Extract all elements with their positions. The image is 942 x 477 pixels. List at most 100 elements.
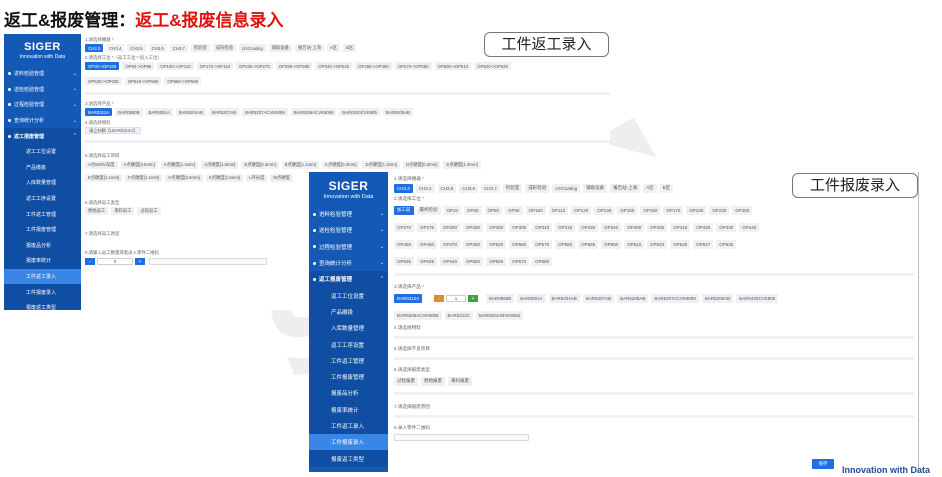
option-chip[interactable]: OP635	[394, 257, 415, 266]
option-chip[interactable]: BAR5206ACVK9059	[394, 311, 442, 320]
option-chip[interactable]: BAR0860B	[115, 108, 143, 116]
option-chip[interactable]: OP340->OP520	[315, 62, 353, 70]
sidebar-item-rework-entry[interactable]: 工件返工录入	[4, 268, 81, 285]
option-chip[interactable]: OP170->OP110	[196, 62, 234, 70]
menu-rework-scrap[interactable]: 返工报废管理 ⌃	[309, 271, 388, 288]
option-chip[interactable]: OP170	[663, 206, 684, 215]
option-chip[interactable]: BAR0420CVK905	[339, 108, 380, 116]
option-chip[interactable]: BAR5205AB	[382, 108, 413, 116]
menu-query-analysis[interactable]: 查询统计分析 ⌄	[309, 255, 388, 271]
option-chip[interactable]: OP620->OP625	[474, 62, 511, 70]
option-chip[interactable]: 检验室	[502, 184, 523, 193]
option-chip[interactable]: OP450->OP480	[355, 62, 392, 70]
option-chip[interactable]: CH3.7	[481, 184, 500, 193]
option-chip[interactable]: 报告站-上海	[610, 184, 641, 193]
option-chip[interactable]: OP160	[640, 206, 661, 215]
option-chip[interactable]: 成形检验	[525, 184, 550, 193]
option-chip[interactable]: OP625	[670, 240, 691, 249]
option-chip-selected[interactable]: CH3.3	[85, 44, 104, 52]
option-chip[interactable]: A点硬度[0.5mm]	[120, 161, 158, 169]
sidebar-item-rework-process[interactable]: 返工工序设置	[4, 190, 81, 207]
option-chip[interactable]: OP460	[417, 240, 438, 249]
option-chip[interactable]: CH3.5	[127, 44, 146, 52]
option-chip[interactable]: OP480	[463, 240, 484, 249]
option-chip[interactable]: 过程返工	[137, 207, 161, 215]
menu-rework-scrap[interactable]: 返工报废管理 ⌃	[4, 128, 81, 144]
option-chip[interactable]: A点硬度[1.4mm]	[160, 161, 199, 169]
menu-submission-inspection[interactable]: 送检检验管理 ⌄	[4, 82, 81, 98]
option-chip[interactable]: 来料返工	[111, 207, 135, 215]
option-chip[interactable]: OP670	[509, 257, 530, 266]
option-chip[interactable]: OP90->OP95	[122, 62, 155, 70]
option-chip-selected[interactable]: 加工前	[394, 206, 414, 215]
save-button[interactable]: 保存	[812, 459, 834, 469]
sidebar-item-scrap-mgmt[interactable]: 工件报废管理	[309, 368, 388, 386]
option-chip[interactable]: BAR5207AB	[582, 294, 615, 303]
option-chip[interactable]: OP280->OP280	[275, 62, 313, 70]
sidebar-item-rework-mgmt[interactable]: 工件返工管理	[309, 352, 388, 369]
option-chip[interactable]: B区	[659, 184, 674, 193]
option-chip[interactable]: A点硬度[1.8mm]	[201, 161, 239, 169]
option-chip[interactable]: OP120	[571, 206, 592, 215]
menu-incoming-inspection[interactable]: 进料检验管理 ⌄	[309, 206, 388, 222]
option-chip[interactable]: E点硬度[1.3mm]	[443, 161, 481, 169]
option-chip[interactable]: D点硬度[0.3mm]	[402, 161, 441, 169]
option-chip-selected[interactable]: BAR0312A	[85, 108, 113, 116]
option-chip[interactable]: OP620	[647, 240, 668, 249]
option-chip[interactable]: B区	[343, 44, 357, 52]
option-chip[interactable]: OP410	[670, 223, 691, 232]
option-chip[interactable]: OP250	[732, 206, 753, 215]
sidebar-item-rework-station[interactable]: 返工工位设置	[4, 143, 81, 160]
option-chip[interactable]: 铺助设备	[583, 184, 608, 193]
option-chip[interactable]: UVCoating	[552, 184, 581, 193]
option-chip[interactable]: OP440	[739, 223, 760, 232]
option-chip-selected[interactable]: CH3.3	[394, 184, 413, 193]
option-chip[interactable]: OP290	[463, 223, 484, 232]
option-chip[interactable]: OP305	[509, 223, 530, 232]
option-chip[interactable]: BAR5207ACVK9059	[242, 108, 288, 116]
menu-submission-inspection[interactable]: 送检检验管理 ⌄	[309, 222, 388, 238]
menu-process-inspection[interactable]: 过程检验管理 ⌄	[309, 239, 388, 255]
option-chip[interactable]: OP570->OP560	[394, 62, 432, 70]
option-chip[interactable]: CH3.6	[148, 44, 167, 52]
product-option-selected[interactable]: BAR0312A	[394, 294, 423, 303]
option-chip[interactable]: K点硬度[1.5mm]	[205, 174, 244, 182]
option-chip[interactable]: BAR5206ACVK9059	[290, 108, 337, 116]
option-chip[interactable]: OP230	[709, 206, 730, 215]
sidebar-item-inbound-qty[interactable]: 入库数量管理	[309, 320, 388, 337]
option-chip[interactable]: 来料报废	[448, 377, 472, 386]
option-chip[interactable]: OP560	[509, 240, 530, 249]
option-chip[interactable]: OP665	[486, 257, 507, 266]
option-chip[interactable]: OP680	[532, 257, 553, 266]
sidebar-item-scrap-rate[interactable]: 报废率统计	[309, 401, 388, 418]
option-chip[interactable]: B点硬度[0.3mm]	[241, 161, 279, 169]
option-chip[interactable]: 最终检验	[416, 206, 441, 215]
option-chip[interactable]: UVCoating	[239, 44, 266, 52]
option-chip[interactable]: BAR5207AB	[208, 108, 240, 116]
option-chip[interactable]: OP630	[716, 240, 737, 249]
option-chip[interactable]: OP630->OP635	[85, 77, 122, 85]
option-chip[interactable]: OP585	[578, 240, 599, 249]
option-chip[interactable]: OP315	[555, 223, 576, 232]
qty-input[interactable]: 0	[97, 258, 133, 265]
sidebar-item-inbound-qty[interactable]: 入库数量管理	[4, 175, 81, 191]
menu-incoming-inspection[interactable]: 进料检验管理 ⌄	[4, 66, 81, 82]
option-chip[interactable]: OP310	[532, 223, 553, 232]
sidebar-item-scrap-analysis[interactable]: 报废品分析	[4, 237, 81, 254]
option-chip[interactable]: H点硬度[0.6mm]	[165, 174, 203, 182]
sidebar-item-scrap-rate[interactable]: 报废率统计	[4, 253, 81, 269]
option-chip[interactable]: OP130	[594, 206, 615, 215]
option-chip[interactable]: OP450	[394, 240, 415, 249]
option-chip[interactable]: OP405	[647, 223, 668, 232]
option-chip[interactable]: M点硬度	[270, 174, 293, 182]
option-chip[interactable]: CH3.4	[415, 184, 435, 193]
option-chip[interactable]: CH3.4	[106, 44, 125, 52]
option-chip[interactable]: OP610	[624, 240, 645, 249]
sidebar-item-rework-entry[interactable]: 工件返工录入	[309, 417, 388, 435]
option-chip[interactable]: A区	[643, 184, 657, 193]
sidebar-item-rework-process[interactable]: 返工工序设置	[309, 336, 388, 353]
option-chip[interactable]: BAR0420CVK905	[736, 294, 779, 303]
sidebar-item-scrap-analysis[interactable]: 报废品分析	[309, 385, 388, 402]
sidebar-item-scrap-type[interactable]: 报废返工类型	[309, 450, 388, 467]
option-chip[interactable]: 成形检验	[212, 44, 237, 52]
